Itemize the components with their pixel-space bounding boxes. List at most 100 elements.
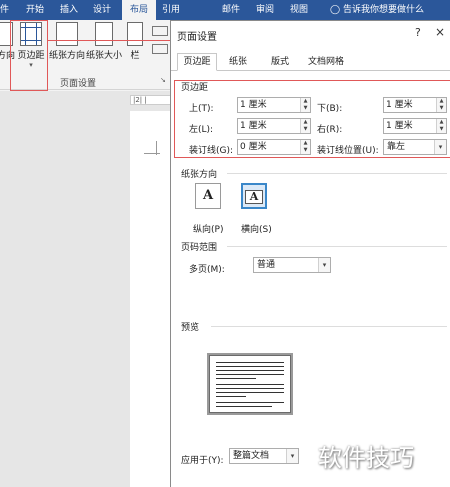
multiple-pages-label: 多页(M): [189,265,225,275]
pages-section-header: 页码范围 [181,243,218,253]
portrait-button[interactable]: A [195,183,221,209]
tab-insert[interactable]: 插入 [60,0,78,20]
chevron-down-icon: ▾ [434,140,446,154]
tab-layout[interactable]: 版式 [263,53,297,71]
spin-arrows-icon[interactable]: ▲ ▼ [436,98,446,112]
gutter-position-label: 装订线位置(U): [317,146,379,156]
highlight-connector [48,40,170,41]
bottom-margin-label: 下(B): [317,104,343,114]
preview-line [216,406,272,407]
spin-arrows-icon[interactable]: ▲ ▼ [300,98,310,112]
bottom-margin-input[interactable]: 1 厘米 ▲ ▼ [383,97,447,113]
right-margin-input[interactable]: 1 厘米 ▲ ▼ [383,118,447,134]
tab-mailings[interactable]: 邮件 [222,0,240,20]
highlight-margins-box [10,20,48,91]
tell-me-box[interactable]: ◯ 告诉我你想要做什么 [330,0,424,20]
ruler: |2| | [130,95,172,105]
orientation-label: 纸张方向 [48,51,85,61]
left-margin-label: 左(L): [189,125,214,135]
gutter-input[interactable]: 0 厘米 ▲ ▼ [237,139,311,155]
dialog-title: 页面设置 [177,32,217,43]
left-margin-input[interactable]: 1 厘米 ▲ ▼ [237,118,311,134]
tab-file[interactable]: 件 [0,0,14,20]
tab-margins[interactable]: 页边距 [177,53,217,71]
close-button[interactable]: × [435,25,445,39]
preview-line [216,378,256,379]
page-setup-dialog: 页面设置 ? × 页边距 纸张 版式 文档网格 页边距 上(T): 1 厘米 ▲… [170,20,450,487]
preview-line [216,392,284,393]
apply-to-value: 整篇文档 [233,451,270,461]
chevron-down-icon: ▾ [286,449,298,463]
multiple-pages-value: 普通 [257,260,276,270]
preview-line [216,402,284,403]
help-button[interactable]: ? [415,26,421,39]
tab-review[interactable]: 审阅 [256,0,274,20]
portrait-icon: A [202,188,214,203]
tell-me-text: 告诉我你想要做什么 [342,5,424,15]
preview-line [216,362,284,363]
margins-section-header: 页边距 [181,83,209,93]
breaks-icon[interactable] [152,26,168,36]
document-page[interactable] [130,111,172,487]
group-label-page-setup: 页面设置 [60,79,97,89]
pages-divider [227,246,447,247]
bottom-margin-value: 1 厘米 [386,100,413,110]
right-margin-value: 1 厘米 [386,121,413,131]
watermark-text: 软件技巧 [318,444,414,472]
left-margin-value: 1 厘米 [240,121,267,131]
preview-line [216,384,284,385]
tab-doc-grid[interactable]: 文档网格 [301,53,351,71]
columns-label: 栏 [130,51,140,61]
portrait-label: 纵向(P) [193,225,224,235]
columns-button[interactable]: 栏 [126,22,144,84]
spin-arrows-icon[interactable]: ▲ ▼ [300,140,310,154]
landscape-button[interactable]: A [241,183,267,209]
orientation-divider [227,173,447,174]
preview-line [216,396,246,397]
right-margin-label: 右(R): [317,125,343,135]
tab-design[interactable]: 设计 [93,0,111,20]
spin-arrows-icon[interactable]: ▲ ▼ [436,119,446,133]
orientation-section-header: 纸张方向 [181,170,218,180]
page-preview [207,353,293,415]
apply-to-label: 应用于(Y): [181,456,224,466]
preview-line [216,370,284,371]
top-margin-input[interactable]: 1 厘米 ▲ ▼ [237,97,311,113]
tab-home[interactable]: 开始 [26,0,44,20]
chevron-down-icon: ▾ [318,258,330,272]
top-margin-label: 上(T): [189,104,214,114]
multiple-pages-select[interactable]: 普通 ▾ [253,257,331,273]
preview-section-header: 预览 [181,323,200,333]
orientation-button[interactable]: 纸张方向 [48,22,86,84]
gutter-value: 0 厘米 [240,142,267,152]
size-label: 纸张大小 [86,51,123,61]
preview-line [216,366,284,367]
crop-mark-h [144,153,160,154]
preview-paper [209,355,291,413]
dialog-launcher-icon[interactable]: ↘ [160,76,166,84]
gutter-label: 装订线(G): [189,146,234,156]
landscape-icon: A [245,190,263,204]
spin-arrows-icon[interactable]: ▲ ▼ [300,119,310,133]
columns-icon [127,22,143,46]
tab-view[interactable]: 视图 [290,0,308,20]
tab-paper[interactable]: 纸张 [221,53,255,71]
tab-layout[interactable]: 布局 [122,0,156,20]
preview-line [216,374,284,375]
size-button[interactable]: 纸张大小 [86,22,122,84]
preview-line [216,388,284,389]
line-numbers-icon[interactable] [152,44,168,54]
tab-references[interactable]: 引用 [162,0,180,20]
dialog-tabs: 页边距 纸张 版式 文档网格 [171,53,450,71]
gutter-position-value: 靠左 [387,142,406,152]
lightbulb-icon: ◯ [330,5,343,15]
landscape-label: 横向(S) [241,225,272,235]
crop-mark-v [156,141,157,155]
ribbon-tab-bar: 件 开始 插入 设计 布局 引用 邮件 审阅 视图 帮助 ◯ 告诉我你想要做什么 [0,0,450,20]
top-margin-value: 1 厘米 [240,100,267,110]
apply-to-select[interactable]: 整篇文档 ▾ [229,448,299,464]
paper-size-icon [95,22,113,46]
document-area: |2| | [0,91,172,487]
gutter-position-select[interactable]: 靠左 ▾ [383,139,447,155]
preview-divider [211,326,447,327]
